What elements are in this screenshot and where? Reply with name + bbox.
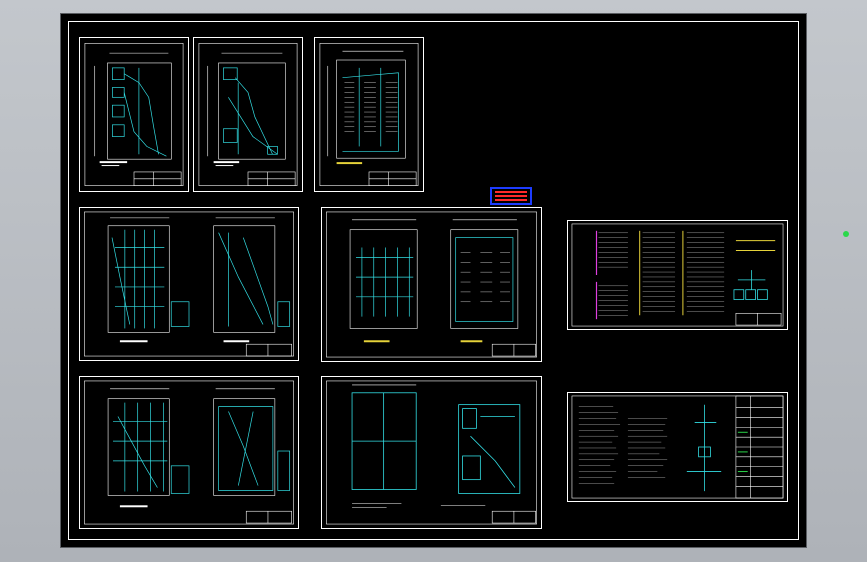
sheet-notes-and-legend[interactable] bbox=[567, 392, 788, 502]
floor-plan-drawing bbox=[84, 43, 184, 186]
sheet-double-floor-plan-parking[interactable] bbox=[321, 207, 542, 362]
marker-hatch bbox=[495, 191, 527, 201]
double-floor-plan-drawing bbox=[84, 211, 294, 357]
grid-plan-drawing bbox=[326, 380, 537, 525]
parking-plan-drawing bbox=[319, 43, 419, 186]
sheet-floor-plan-2[interactable] bbox=[193, 37, 303, 192]
sheet-grid-and-floor-plan[interactable] bbox=[321, 376, 542, 529]
red-marker-icon[interactable] bbox=[490, 187, 532, 205]
sheet-double-floor-plan-1[interactable] bbox=[79, 207, 299, 361]
sheet-floor-plan-parking[interactable] bbox=[314, 37, 424, 192]
cad-application-window bbox=[0, 0, 867, 562]
sheet-floor-plan-1[interactable] bbox=[79, 37, 189, 192]
drawing-canvas[interactable] bbox=[60, 13, 849, 548]
system-diagram-drawing bbox=[571, 223, 784, 327]
notes-legend-drawing bbox=[571, 395, 784, 499]
floor-plan-drawing bbox=[198, 43, 298, 186]
double-floor-plan-drawing bbox=[84, 380, 294, 525]
selection-grip-icon[interactable] bbox=[843, 231, 849, 237]
sheet-system-diagram[interactable] bbox=[567, 220, 788, 330]
double-parking-plan-drawing bbox=[326, 211, 537, 358]
sheet-double-floor-plan-2[interactable] bbox=[79, 376, 299, 529]
